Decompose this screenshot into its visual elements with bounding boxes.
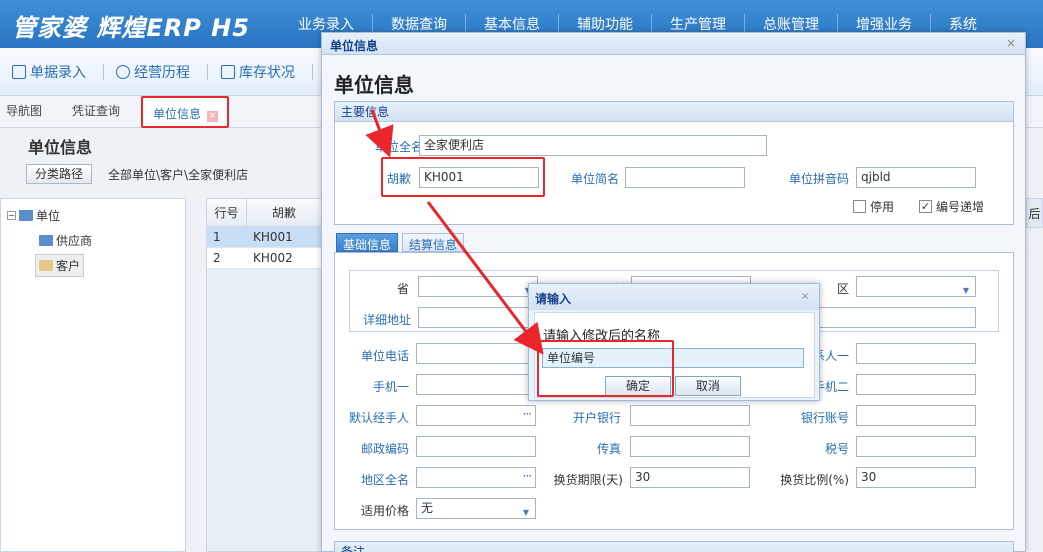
annotation-arrows [365,109,544,355]
arrow-code-to-input [426,201,544,355]
arrow-tab-to-code [365,109,394,158]
